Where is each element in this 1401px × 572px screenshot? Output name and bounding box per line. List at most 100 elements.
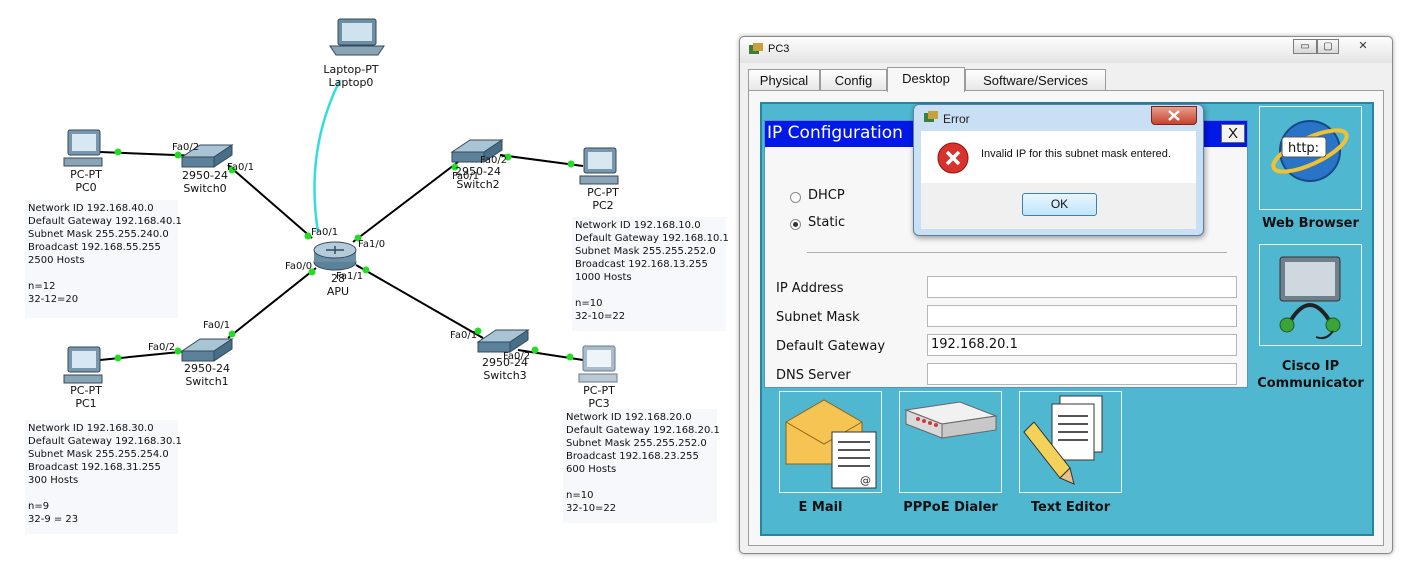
port-label: Fa0/2 <box>503 351 531 362</box>
tab-desktop[interactable]: Desktop <box>887 67 965 92</box>
link-switch0-router <box>227 164 313 239</box>
pc0-label: PC-PT PC0 <box>55 168 117 194</box>
port-label: Fa0/0 <box>285 261 313 272</box>
text-editor-icon <box>1023 395 1103 485</box>
pc2-type: PC-PT <box>587 186 619 199</box>
link-switch1-router <box>227 267 317 339</box>
pc3-label: PC-PT PC3 <box>568 384 630 410</box>
pc3-type: PC-PT <box>583 384 615 397</box>
port-label: Fa0/2 <box>172 142 200 153</box>
close-button[interactable]: ✕ <box>1343 39 1383 54</box>
pc1-icon <box>63 346 103 384</box>
minimize-button[interactable]: ▭ <box>1293 39 1317 54</box>
headset-monitor-icon <box>1279 256 1341 340</box>
error-dialog-body: Invalid IP for this subnet mask entered. <box>921 131 1196 183</box>
port-label: Fa0/1 <box>227 162 255 173</box>
web-browser-label[interactable]: Web Browser <box>1259 216 1362 231</box>
dhcp-radio[interactable] <box>790 192 801 203</box>
pc0-type: PC-PT <box>70 168 102 181</box>
laptop-icon <box>329 18 385 56</box>
tab-config[interactable]: Config <box>820 69 887 90</box>
email-tile[interactable]: @ <box>779 391 882 493</box>
subnet-mask-label: Subnet Mask <box>776 310 860 325</box>
port-label: Fa0/2 <box>148 342 176 353</box>
static-label: Static <box>808 215 846 230</box>
ip-address-label: IP Address <box>776 281 844 296</box>
link-router-switch2 <box>352 161 459 243</box>
web-browser-tile[interactable]: http: <box>1259 106 1362 210</box>
switch3-icon <box>476 329 530 353</box>
email-label[interactable]: E Mail <box>779 500 862 515</box>
packet-tracer-icon <box>749 43 763 54</box>
static-radio[interactable] <box>790 219 801 230</box>
window-titlebar[interactable]: PC3 ▭ ▢ ✕ <box>740 37 1392 63</box>
packet-tracer-icon <box>924 111 938 122</box>
subnet-mask-field[interactable] <box>927 305 1237 327</box>
ip-configuration-title: IP Configuration <box>767 123 903 143</box>
default-gateway-label: Default Gateway <box>776 339 886 354</box>
network-topology: Laptop-PT Laptop0 PC-PT PC0 PC-PT PC1 PC… <box>0 0 735 572</box>
restore-button[interactable]: ▢ <box>1317 39 1339 54</box>
pc0-name: PC0 <box>75 181 97 194</box>
port-label: Fa0/2 <box>480 155 508 166</box>
switch1-type: 2950-24 <box>184 362 230 375</box>
laptop0-name: Laptop0 <box>328 76 374 89</box>
error-message: Invalid IP for this subnet mask entered. <box>981 148 1171 160</box>
web-browser-icon: http: <box>1271 120 1349 182</box>
pc2-network-note: Network ID 192.168.10.0 Default Gateway … <box>572 217 729 331</box>
svg-text:@: @ <box>860 474 871 487</box>
port-label: Fa0/1 <box>452 171 480 182</box>
port-label: Fa1/0 <box>358 239 386 250</box>
port-label: Fa0/1 <box>311 227 339 238</box>
pc2-icon <box>579 147 619 185</box>
text-editor-label[interactable]: Text Editor <box>1019 500 1122 515</box>
pc1-network-note: Network ID 192.168.30.0 Default Gateway … <box>25 420 182 534</box>
window-title: PC3 <box>768 43 790 55</box>
default-gateway-field[interactable]: 192.168.20.1 <box>927 334 1237 356</box>
port-label: Fa1/1 <box>336 271 364 282</box>
ok-button[interactable]: OK <box>1022 193 1097 216</box>
switch3-name: Switch3 <box>483 369 527 382</box>
router-name: APU <box>326 285 350 298</box>
pppoe-dialer-tile[interactable] <box>899 391 1002 493</box>
modem-icon <box>904 401 998 439</box>
laptop0-type: Laptop-PT <box>323 63 379 76</box>
browser-icon-text: http: <box>1288 141 1319 156</box>
close-icon <box>1168 110 1180 121</box>
envelope-icon: @ <box>785 399 877 489</box>
ip-address-field[interactable] <box>927 276 1237 298</box>
pppoe-dialer-label[interactable]: PPPoE Dialer <box>892 500 1009 515</box>
dns-server-field[interactable] <box>927 363 1237 385</box>
pc3-network-note: Network ID 192.168.20.0 Default Gateway … <box>563 409 720 523</box>
port-label: Fa0/1 <box>450 330 478 341</box>
error-dialog-close-button[interactable] <box>1151 106 1197 125</box>
dhcp-label: DHCP <box>808 188 845 203</box>
error-dialog-title: Error <box>943 112 970 126</box>
port-label: Fa0/1 <box>203 320 231 331</box>
pc2-label: PC-PT PC2 <box>572 186 634 212</box>
tab-software-services[interactable]: Software/Services <box>965 69 1106 90</box>
text-editor-tile[interactable] <box>1019 391 1122 493</box>
pc1-name: PC1 <box>75 397 97 410</box>
pc1-label: PC-PT PC1 <box>55 384 117 410</box>
cisco-ip-communicator-tile[interactable] <box>1259 244 1362 346</box>
divider <box>807 252 1227 253</box>
pc0-icon <box>63 129 103 167</box>
cisco-ip-communicator-label[interactable]: Cisco IP Communicator <box>1253 358 1368 392</box>
pc2-name: PC2 <box>592 199 614 212</box>
switch1-label: 2950-24 Switch1 <box>176 362 238 388</box>
laptop0-label: Laptop-PT Laptop0 <box>320 63 382 89</box>
error-dialog-footer: OK <box>921 183 1196 229</box>
link-router-switch3 <box>355 264 484 339</box>
tab-physical[interactable]: Physical <box>748 69 820 90</box>
ip-configuration-close-button[interactable]: X <box>1221 124 1245 143</box>
switch1-icon <box>180 338 234 362</box>
pc3-icon <box>578 345 618 383</box>
router-icon <box>313 241 357 271</box>
pc1-type: PC-PT <box>70 384 102 397</box>
link-laptop-router <box>313 79 342 233</box>
error-icon <box>937 142 969 174</box>
switch0-name: Switch0 <box>183 182 227 195</box>
pc0-network-note: Network ID 192.168.40.0 Default Gateway … <box>25 200 182 318</box>
dns-server-label: DNS Server <box>776 368 851 383</box>
